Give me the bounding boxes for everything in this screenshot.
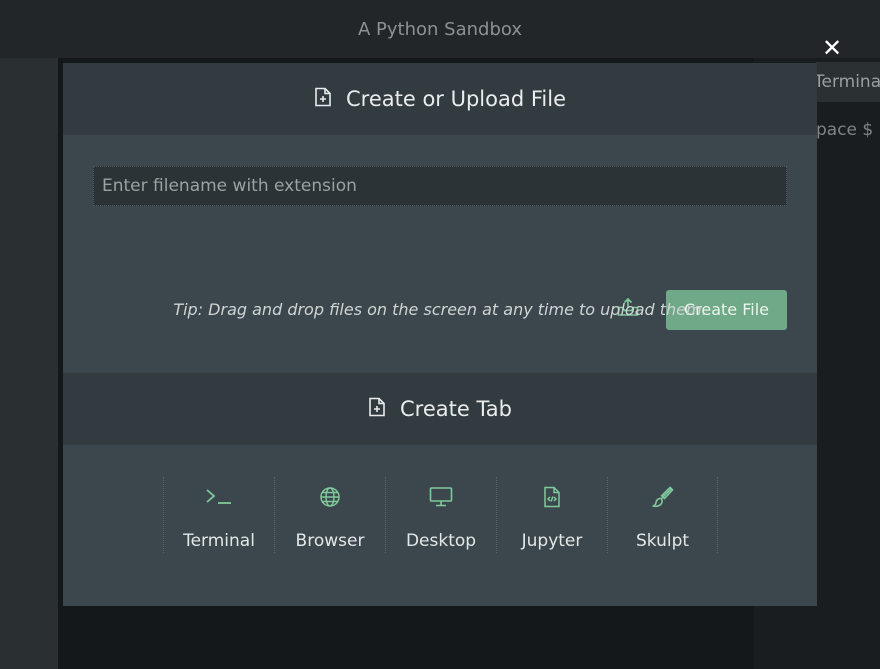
tab-option-browser[interactable]: Browser xyxy=(274,477,385,553)
file-section-header: Create or Upload File xyxy=(63,63,817,135)
tab-option-label: Desktop xyxy=(405,531,477,551)
filename-input[interactable] xyxy=(93,166,787,206)
brush-icon xyxy=(651,485,674,509)
tab-option-jupyter[interactable]: Jupyter xyxy=(496,477,607,553)
tab-option-label: Browser xyxy=(295,531,365,551)
file-plus-icon xyxy=(368,397,386,421)
tab-section-header: Create Tab xyxy=(63,373,817,445)
file-section: Create File xyxy=(63,135,817,373)
monitor-icon xyxy=(429,485,453,509)
left-panel xyxy=(0,58,58,669)
close-icon[interactable]: ✕ xyxy=(820,36,844,60)
tab-options: Terminal Browser Desktop Jupyter Skulpt xyxy=(163,477,718,553)
tab-option-terminal[interactable]: Terminal xyxy=(163,477,274,553)
tab-option-desktop[interactable]: Desktop xyxy=(385,477,496,553)
file-plus-icon xyxy=(314,87,332,111)
upload-tip: Tip: Drag and drop files on the screen a… xyxy=(173,300,707,319)
create-modal: Create or Upload File Create File Tip: D… xyxy=(63,63,817,606)
tab-option-label: Jupyter xyxy=(521,531,583,551)
tab-terminal-background[interactable]: Terminal xyxy=(816,62,880,102)
code-file-icon xyxy=(543,485,561,509)
terminal-icon xyxy=(205,485,233,509)
top-bar: A Python Sandbox xyxy=(0,0,880,58)
globe-icon xyxy=(319,485,341,509)
file-section-title: Create or Upload File xyxy=(345,87,566,111)
app-title: A Python Sandbox xyxy=(358,18,522,40)
tab-option-skulpt[interactable]: Skulpt xyxy=(607,477,718,553)
tab-option-label: Skulpt xyxy=(635,531,690,551)
tab-option-label: Terminal xyxy=(183,531,255,551)
tab-section-title: Create Tab xyxy=(399,397,512,421)
tab-terminal-label: Terminal xyxy=(816,72,880,92)
terminal-prompt: pace $ xyxy=(816,120,874,140)
